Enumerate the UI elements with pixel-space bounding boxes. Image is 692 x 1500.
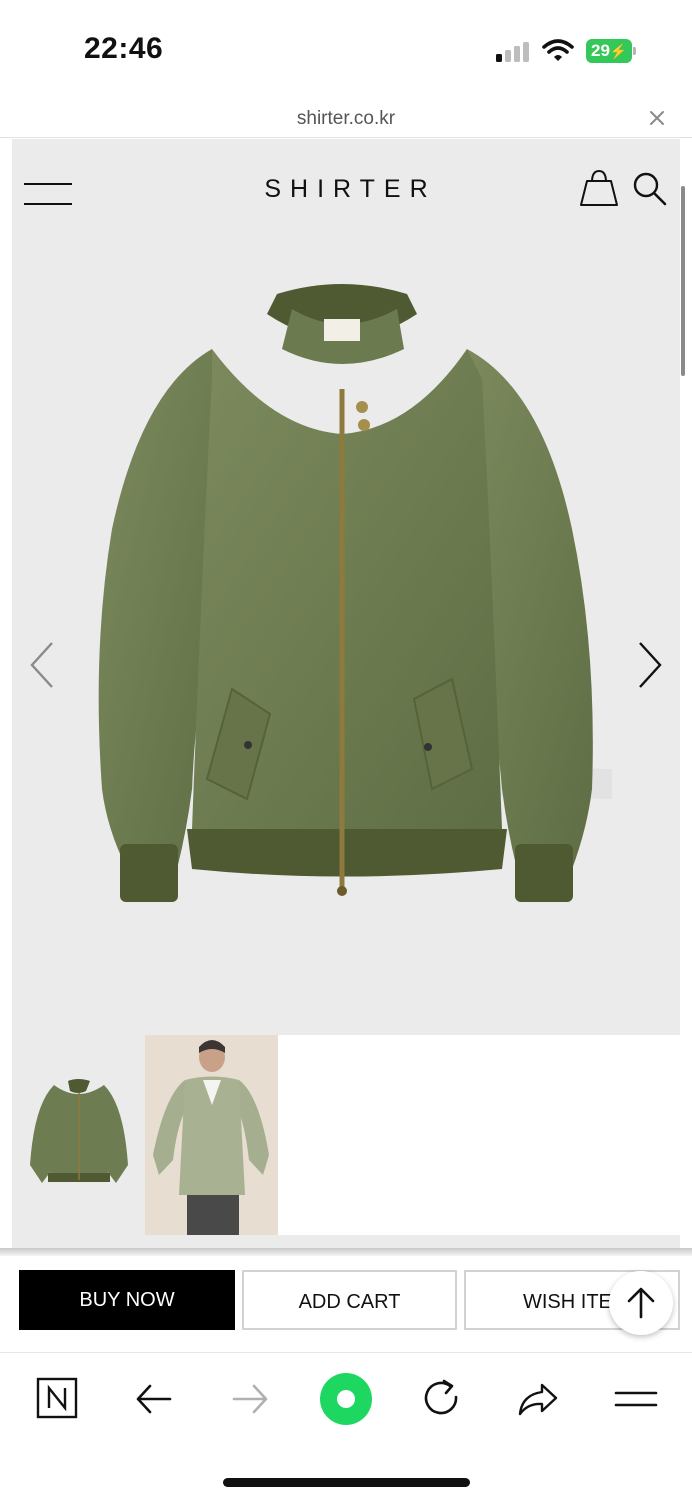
status-time: 22:46 xyxy=(84,32,164,65)
signal-icon xyxy=(496,40,532,62)
green-dot-home-icon[interactable] xyxy=(316,1369,376,1429)
battery-charging-icon: 29⚡ xyxy=(586,39,636,63)
thumbnail-product[interactable] xyxy=(12,1035,145,1235)
chevron-right-icon[interactable] xyxy=(634,639,666,691)
buy-now-button[interactable]: BUY NOW xyxy=(19,1270,235,1330)
scroll-top-button[interactable] xyxy=(609,1271,673,1335)
status-bar: 22:46 29⚡ xyxy=(0,0,692,100)
page-scrollbar[interactable] xyxy=(681,186,685,376)
action-bar: BUY NOW ADD CART WISH ITEM xyxy=(0,1256,692,1352)
forward-arrow-icon[interactable] xyxy=(226,1375,274,1423)
arrow-up-icon xyxy=(627,1287,655,1319)
bomber-jacket-illustration xyxy=(98,284,612,902)
share-icon[interactable] xyxy=(514,1375,562,1423)
search-icon[interactable] xyxy=(632,171,668,207)
chevron-left-icon[interactable] xyxy=(26,639,58,691)
product-main-image[interactable] xyxy=(12,269,680,1035)
back-arrow-icon[interactable] xyxy=(130,1375,178,1423)
action-bar-shadow xyxy=(0,1248,692,1256)
naver-n-icon[interactable] xyxy=(34,1375,82,1423)
thumbnail-strip xyxy=(12,1035,680,1235)
thumbnail-model[interactable] xyxy=(145,1035,278,1235)
home-indicator[interactable] xyxy=(223,1478,470,1487)
menu-icon[interactable] xyxy=(612,1375,660,1423)
reload-icon[interactable] xyxy=(418,1375,466,1423)
browser-toolbar xyxy=(0,1352,692,1500)
url-text[interactable]: shirter.co.kr xyxy=(0,108,692,130)
wifi-icon xyxy=(542,39,574,61)
shopping-bag-icon[interactable] xyxy=(579,169,619,207)
close-icon[interactable] xyxy=(645,106,669,130)
product-page: SHIRTER xyxy=(12,139,680,1251)
add-cart-button[interactable]: ADD CART xyxy=(242,1270,457,1330)
battery-level: 29 xyxy=(591,41,610,60)
url-bar[interactable]: shirter.co.kr xyxy=(0,100,692,138)
